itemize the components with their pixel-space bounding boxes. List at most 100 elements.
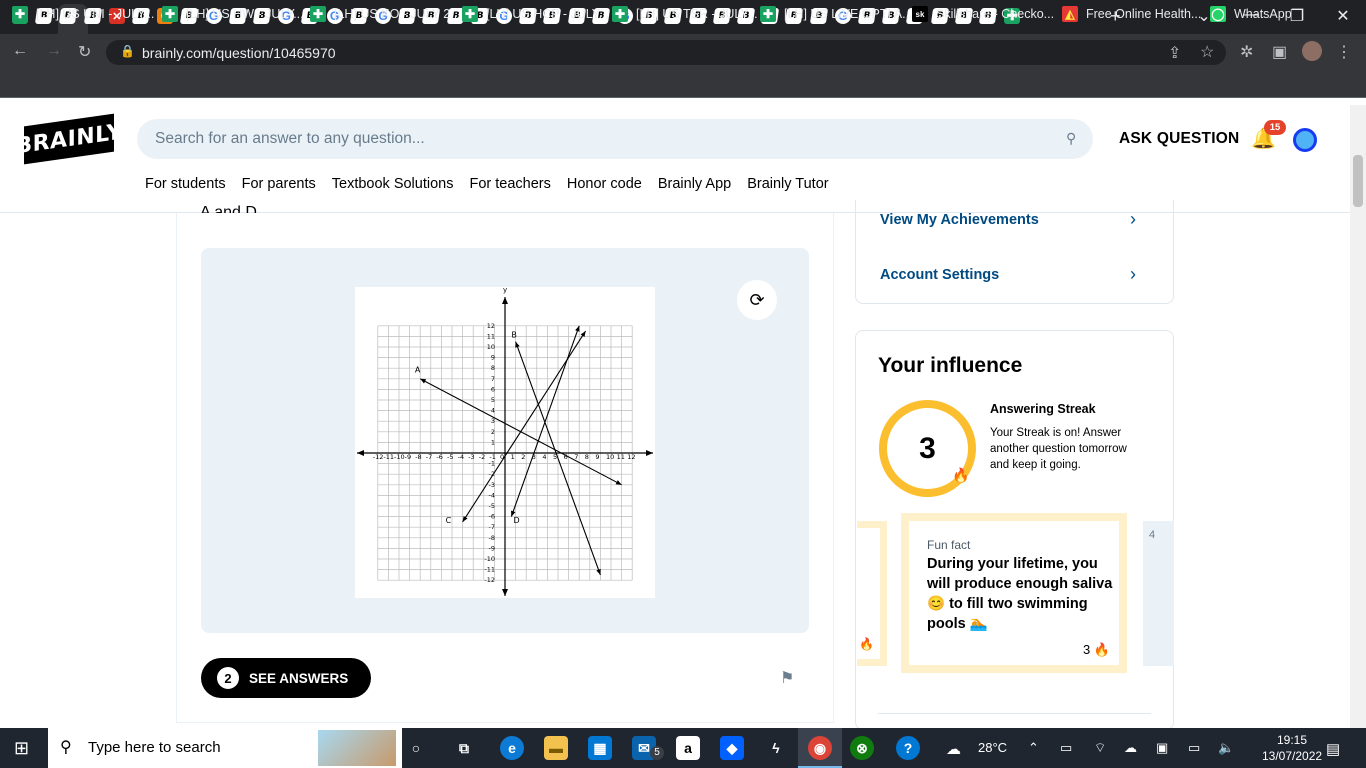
battery-icon[interactable]: ▭ <box>1188 740 1200 756</box>
x-tick-label: -12 <box>373 453 384 461</box>
question-graph-image[interactable]: y -12 -11 -10 -9 -8 -7 -6 -5 -4 -3 -2 -1 0 1 2 3 4 5 6 7 8 9 10… <box>355 286 655 598</box>
line-label-C: C <box>446 516 452 525</box>
chrome-menu-icon[interactable]: ⋮ <box>1336 42 1352 62</box>
taskbar-clock[interactable]: 19:15 13/07/2022 <box>1262 732 1322 764</box>
amazon-icon[interactable]: a <box>676 736 700 760</box>
chevron-right-icon: › <box>1130 264 1136 284</box>
sheets-icon: ✚ <box>162 6 178 22</box>
bookmarks-bar <box>0 70 1366 98</box>
x-tick-label: -11 <box>383 453 394 461</box>
wifi-icon[interactable]: ⌔ <box>1094 740 1106 756</box>
nav-brainly-app[interactable]: Brainly App <box>658 176 731 192</box>
help-icon[interactable]: ? <box>896 736 920 760</box>
x-tick-label: -4 <box>458 453 464 461</box>
y-tick-label: 4 <box>491 407 495 415</box>
nav-honor-code[interactable]: Honor code <box>567 176 642 192</box>
nav-for-teachers[interactable]: For teachers <box>469 176 550 192</box>
line-label-B: B <box>511 330 517 339</box>
nav-for-parents[interactable]: For parents <box>242 176 316 192</box>
store-icon[interactable]: ▦ <box>588 736 612 760</box>
meet-icon[interactable]: ▭ <box>1060 740 1072 756</box>
y-tick-label: -12 <box>484 576 495 584</box>
ask-question-button[interactable]: ASK QUESTION <box>1119 130 1239 148</box>
url-text[interactable]: brainly.com/question/10465970 <box>142 45 336 61</box>
cortana-icon[interactable]: ○ <box>404 736 428 760</box>
y-tick-label: -9 <box>489 544 495 552</box>
next-card-number: 4 <box>1149 529 1156 541</box>
sheets-icon: ✚ <box>612 6 628 22</box>
chevron-up-icon[interactable]: ⌃ <box>1028 740 1039 756</box>
bookmark-label: [LH] US UNI - JULY... <box>36 7 155 21</box>
bookmark-item[interactable]: ✚ [LH] US LIVE OPTI A... <box>760 6 913 22</box>
search-highlight-image <box>318 730 396 766</box>
account-settings-link[interactable]: Account Settings <box>880 267 999 283</box>
scrollbar-thumb[interactable] <box>1353 155 1363 207</box>
y-tick-label: -4 <box>489 491 495 499</box>
whatsapp-icon: ◯ <box>1210 6 1226 22</box>
chrome-icon[interactable]: ◉ <box>808 736 832 760</box>
bookmark-item[interactable]: ✚ [LH] US TSR - JULY... <box>612 6 758 22</box>
task-view-icon[interactable]: ⧉ <box>452 736 476 760</box>
weather-temp[interactable]: 28°C <box>978 740 1007 755</box>
streak-description: Your Streak is on! Answer another questi… <box>990 427 1127 471</box>
reload-icon[interactable]: ↻ <box>78 42 91 62</box>
nav-textbook-solutions[interactable]: Textbook Solutions <box>332 176 454 192</box>
bookmark-item[interactable]: ✚ [LH] US HW - JULY... <box>162 6 304 22</box>
sheets-icon: ✚ <box>462 6 478 22</box>
volume-icon[interactable]: 🔈 <box>1218 740 1234 756</box>
weather-icon[interactable]: ☁ <box>946 740 961 758</box>
y-tick-label: 6 <box>491 385 495 393</box>
next-card[interactable] <box>1143 521 1174 666</box>
profile-avatar[interactable] <box>1302 41 1322 61</box>
nav-brainly-tutor[interactable]: Brainly Tutor <box>747 176 828 192</box>
file-explorer-icon[interactable]: ▬ <box>544 736 568 760</box>
divider <box>878 713 1151 714</box>
x-tick-label: -2 <box>479 453 485 461</box>
bookmark-item[interactable]: sk Skillshare - Checko... <box>912 6 1054 22</box>
search-icon[interactable]: ⚲ <box>1066 130 1076 147</box>
health-icon: ◭ <box>1062 6 1078 22</box>
cloud-icon[interactable]: ☁ <box>1124 740 1137 756</box>
display-icon[interactable]: ▣ <box>1156 740 1168 756</box>
y-tick-label: 12 <box>487 322 495 330</box>
avatar[interactable] <box>1293 128 1317 152</box>
dropbox-icon[interactable]: ◆ <box>720 736 744 760</box>
share-icon[interactable]: ⇪ <box>1168 43 1181 63</box>
x-tick-label: 1 <box>511 453 515 461</box>
back-icon[interactable]: ← <box>12 42 28 60</box>
close-window-icon[interactable]: ✕ <box>1328 6 1358 26</box>
notifications-icon[interactable]: ▤ <box>1326 740 1340 758</box>
forward-icon[interactable]: → <box>46 42 62 60</box>
report-flag-icon[interactable]: ⚑ <box>780 668 794 688</box>
x-tick-label: 9 <box>595 453 599 461</box>
xbox-icon[interactable]: ⊗ <box>850 736 874 760</box>
nav-for-students[interactable]: For students <box>145 176 226 192</box>
notification-badge: 15 <box>1264 120 1286 135</box>
x-tick-label: -3 <box>468 453 474 461</box>
app-icon[interactable]: ϟ <box>764 736 788 760</box>
see-answers-button[interactable]: 2 SEE ANSWERS <box>201 658 371 698</box>
y-tick-label: -7 <box>489 523 495 531</box>
see-answers-label: SEE ANSWERS <box>249 670 349 686</box>
windows-start-icon[interactable]: ⊞ <box>14 738 29 759</box>
fun-fact-label: Fun fact <box>927 538 971 552</box>
view-achievements-link[interactable]: View My Achievements <box>880 212 1039 228</box>
bookmark-item[interactable]: ✚ [LH] US UNI - JULY... <box>12 6 154 22</box>
side-panel-icon[interactable]: ▣ <box>1272 42 1287 62</box>
lock-icon[interactable]: 🔒 <box>120 44 135 58</box>
bookmark-star-icon[interactable]: ☆ <box>1200 42 1214 62</box>
search-input[interactable]: Search for an answer to any question... <box>137 119 1093 159</box>
bookmark-label: [LH] US HCP - JULY... <box>486 7 609 21</box>
edge-icon[interactable]: e <box>500 736 524 760</box>
bookmark-label: WhatsApp <box>1234 7 1292 21</box>
y-tick-label: 5 <box>491 396 495 404</box>
bookmark-item[interactable]: ✚ [LH] US KO - JULY 2... <box>310 6 461 22</box>
clock-date: 13/07/2022 <box>1262 749 1323 763</box>
rotate-image-button[interactable]: ⟳ <box>737 280 777 320</box>
bookmark-item[interactable]: ✚ [LH] US HCP - JULY... <box>462 6 609 22</box>
bookmark-item[interactable]: ◭ Free Online Health... <box>1062 6 1201 22</box>
extensions-icon[interactable]: ✲ <box>1240 42 1253 62</box>
search-icon: ⚲ <box>60 739 72 756</box>
x-tick-label: 4 <box>542 453 546 461</box>
bookmark-item[interactable]: ◯ WhatsApp <box>1210 6 1292 22</box>
